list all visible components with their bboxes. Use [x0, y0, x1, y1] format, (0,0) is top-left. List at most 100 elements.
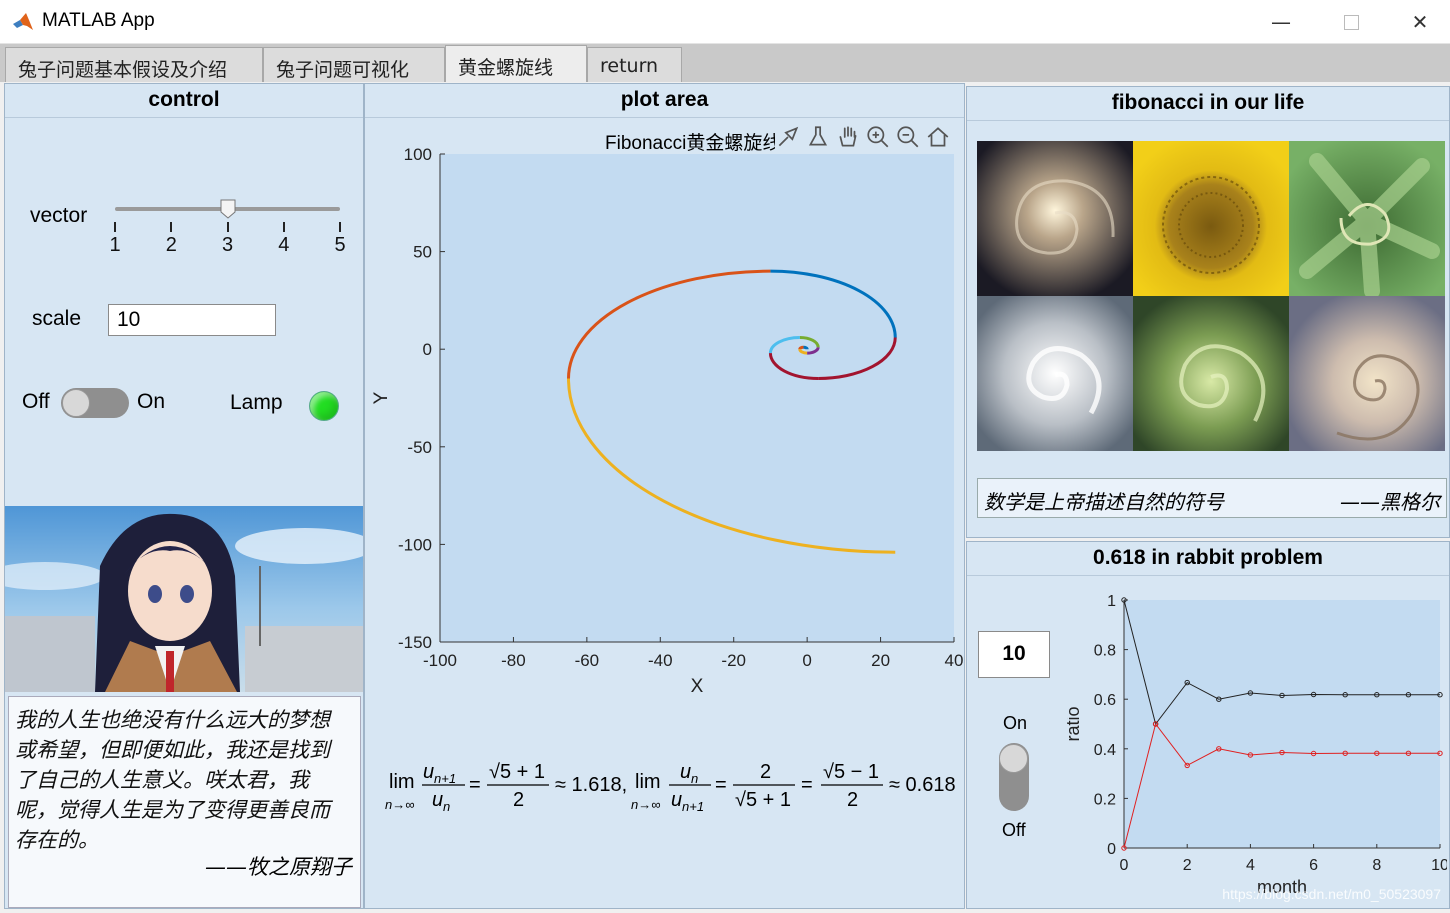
ratio-x-tick-label: 2 [1183, 857, 1192, 874]
lamp-toggle-switch[interactable] [61, 388, 129, 418]
lamp-label: Lamp [230, 391, 283, 414]
scale-input[interactable]: 10 [108, 304, 276, 336]
phi-den: 2 [513, 789, 524, 811]
lamp-indicator [309, 391, 339, 421]
x-tick-label: 20 [871, 651, 890, 670]
close-button[interactable]: ✕ [1385, 0, 1450, 44]
slider-tick-label: 4 [278, 234, 290, 256]
svg-text:=: = [715, 774, 727, 796]
ratio-y-tick-label: 0.2 [1094, 791, 1116, 808]
vector-slider[interactable]: 1 2 3 4 5 [109, 199, 346, 262]
lim2-den-sub: n+1 [682, 799, 704, 814]
hegel-quote-author: ——黑格尔 [1340, 490, 1440, 514]
lim1-num-sub: n+1 [434, 771, 456, 786]
quote-text: 我的人生也绝没有什么远大的梦想 或希望，但即便如此，我还是找到 了自己的人生意义。咲… [15, 705, 354, 855]
tab-golden-spiral[interactable]: 黄金螺旋线 [445, 45, 587, 82]
minimize-button[interactable]: — [1246, 0, 1316, 44]
minimize-icon: — [1271, 10, 1291, 34]
maximize-icon [1343, 14, 1359, 30]
window-title: MATLAB App [42, 10, 155, 31]
frac2-num: 2 [760, 761, 771, 783]
tab-visualization[interactable]: 兔子问题可视化 [263, 47, 445, 82]
rabbit-toggle-knob [999, 744, 1028, 773]
fibonacci-life-panel: fibonacci in our life 数学是上帝描述自然的符号 ——黑格尔 [966, 86, 1450, 538]
ratio-x-tick-label: 4 [1246, 857, 1255, 874]
month-input[interactable]: 10 [978, 631, 1050, 678]
ratio-chart: 00.20.40.60.810 2 4 6 8 10monthratio [1067, 593, 1447, 897]
maximize-button[interactable] [1316, 0, 1386, 44]
toggle-knob [62, 389, 90, 417]
sunflower-image [1133, 141, 1289, 296]
hegel-quote-box: 数学是上帝描述自然的符号 ——黑格尔 [977, 478, 1447, 518]
x-tick-label: -40 [648, 651, 673, 670]
plot-area-panel: plot area Fibonacci黄金螺旋线 100 50 0 -50 -100 -1… [364, 83, 965, 909]
lim2-den: u [671, 789, 682, 811]
fibonacci-life-title: fibonacci in our life [967, 87, 1449, 121]
slider-tick [170, 222, 173, 232]
svg-text:=: = [801, 774, 813, 796]
y-tick-label: -150 [398, 633, 432, 652]
y-tick-label: 0 [423, 340, 432, 359]
lim-1-sub: n→∞ [385, 797, 415, 812]
lim-2: lim [635, 771, 661, 793]
quote-author: ——牧之原翔子 [205, 855, 352, 879]
golden-ratio-formula: lim n→∞ u n+1 u n = √5 + 1 2 ≈ 1.618, li… [385, 754, 965, 814]
slider-thumb[interactable] [220, 199, 236, 219]
ratio-x-tick-label: 8 [1372, 857, 1381, 874]
lim2-num-sub: n [691, 771, 698, 786]
lim1-den-sub: n [443, 799, 450, 814]
slider-tick [114, 222, 116, 232]
x-tick-label: -100 [423, 651, 457, 670]
lim2-num: u [680, 761, 691, 783]
scale-label: scale [32, 307, 82, 330]
tab-bar: 兔子问题基本假设及介绍 兔子问题可视化 黄金螺旋线 return [0, 44, 1450, 82]
x-axis-label: X [691, 676, 704, 697]
vector-slider-label: vector [30, 204, 88, 227]
tab-return[interactable]: return [587, 47, 682, 82]
rabbit-switch-off-label: Off [1002, 820, 1026, 840]
spiral-galaxy-image [977, 141, 1133, 296]
slider-tick-label: 5 [334, 234, 346, 256]
hegel-quote-text: 数学是上帝描述自然的符号 [984, 490, 1224, 514]
x-tick-label: -80 [501, 651, 526, 670]
control-panel-title: control [5, 84, 363, 118]
fibonacci-image-grid [977, 141, 1445, 451]
x-tick-label: 0 [802, 651, 811, 670]
rabbit-switch-on-label: On [1003, 713, 1028, 733]
tab-intro[interactable]: 兔子问题基本假设及介绍 [5, 47, 263, 82]
spiral-plot-background [440, 154, 954, 642]
hurricane-image [977, 296, 1133, 451]
rabbit-ratio-panel: 0.618 in rabbit problem 10 On Off 0 0.2 0.… [966, 541, 1450, 909]
frac3-num: √5 − 1 [823, 761, 879, 783]
nautilus-shell-image [1289, 296, 1445, 451]
matlab-logo-icon [13, 13, 33, 30]
switch-on-label: On [137, 390, 166, 413]
leaf-spiral-image [1289, 141, 1445, 299]
rabbit-toggle-switch[interactable] [999, 743, 1029, 811]
control-panel: control vector 1 2 3 4 5 scale 10 Off On Lam… [4, 83, 364, 909]
slider-tick [339, 222, 341, 232]
phi-num: √5 + 1 [489, 761, 545, 783]
anime-character-image [5, 506, 363, 692]
plot-area-title: plot area [365, 84, 964, 118]
ratio-y-tick-label: 0 [1107, 841, 1116, 858]
lim-1: lim [389, 771, 415, 793]
y-axis-label: Y [371, 391, 392, 404]
ratio-y-tick-label: 1 [1107, 593, 1116, 610]
slider-tick [226, 222, 229, 232]
ratio-x-tick-label: 6 [1309, 857, 1318, 874]
switch-off-label: Off [22, 390, 50, 413]
spiral-chart: 100500-50-100-150-100 -80 -60 -40 -20 0 20 40XY [371, 145, 963, 697]
csdn-watermark: https://blog.csdn.net/m0_50523097 [1222, 886, 1441, 902]
ratio-x-tick-label: 0 [1120, 857, 1129, 874]
lim-2-sub: n→∞ [631, 797, 661, 812]
slider-tick-label: 1 [109, 234, 121, 256]
quote-box: 我的人生也绝没有什么远大的梦想 或希望，但即便如此，我还是找到 了自己的人生意义。咲… [8, 696, 361, 908]
rabbit-ratio-title: 0.618 in rabbit problem [967, 542, 1449, 576]
ratio-y-tick-label: 0.4 [1094, 742, 1116, 759]
quote-line: 呢，觉得人生是为了变得更善良而 [15, 798, 330, 822]
ratio-x-tick-label: 10 [1431, 857, 1447, 874]
quote-line: 或希望，但即便如此，我还是找到 [15, 738, 330, 762]
title-bar: MATLAB App — ✕ [0, 0, 1450, 44]
ratio-y-tick-label: 0.8 [1094, 643, 1116, 660]
